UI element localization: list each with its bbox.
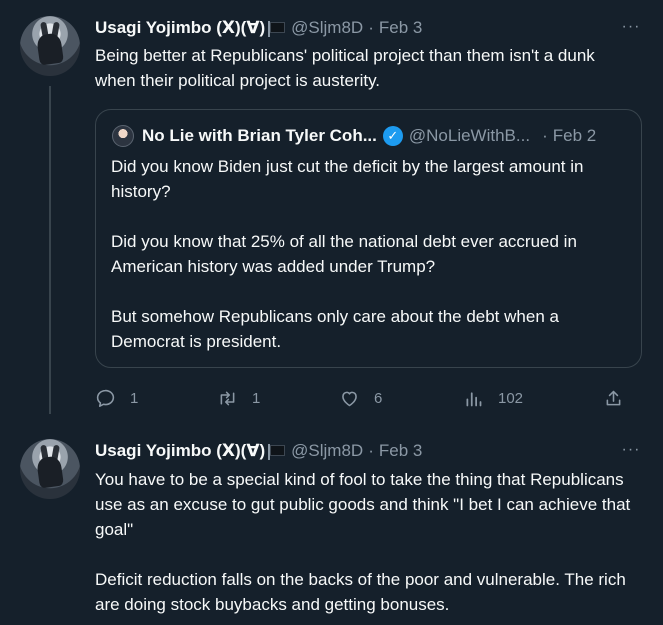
- quoted-tweet[interactable]: No Lie with Brian Tyler Coh... ✓ @NoLieW…: [95, 109, 642, 368]
- black-flag-icon: [267, 444, 286, 460]
- quote-date[interactable]: Feb 2: [553, 126, 596, 146]
- reply-count: 1: [130, 389, 139, 407]
- tweet-text: Being better at Republicans' political p…: [95, 46, 600, 90]
- tweet-header: Usagi Yojimbo (ꓫ)(∀) @Sljm8D · Feb 3: [95, 16, 422, 40]
- author-name[interactable]: Usagi Yojimbo (ꓫ)(∀): [95, 18, 265, 38]
- tweet[interactable]: Usagi Yojimbo (ꓫ)(∀) @Sljm8D · Feb 3 ···…: [0, 0, 663, 420]
- author-name[interactable]: Usagi Yojimbo (ꓫ)(∀): [95, 441, 265, 461]
- quote-author-handle[interactable]: @NoLieWithB...: [409, 126, 530, 146]
- tweet-date[interactable]: Feb 3: [379, 18, 422, 38]
- black-flag-icon: [267, 21, 286, 37]
- reply-button[interactable]: 1: [95, 383, 138, 413]
- share-button[interactable]: [603, 383, 624, 413]
- tweet-header: Usagi Yojimbo (ꓫ)(∀) @Sljm8D · Feb 3: [95, 439, 422, 463]
- views-count: 102: [498, 389, 524, 407]
- tweet-actions: 1 1 6 102: [95, 383, 635, 413]
- retweet-button[interactable]: 1: [217, 383, 260, 413]
- share-icon: [606, 390, 621, 405]
- reply-icon: [96, 389, 115, 407]
- separator-dot: ·: [368, 18, 374, 37]
- author-handle[interactable]: @Sljm8D: [291, 18, 363, 38]
- quote-avatar[interactable]: [112, 125, 134, 147]
- quote-header: No Lie with Brian Tyler Coh... ✓ @NoLieW…: [142, 124, 596, 148]
- separator-dot: ·: [368, 441, 374, 460]
- views-icon: [466, 391, 482, 406]
- tweet[interactable]: Usagi Yojimbo (ꓫ)(∀) @Sljm8D · Feb 3 ···…: [0, 420, 663, 625]
- retweet-icon: [220, 391, 235, 405]
- separator-dot: ·: [542, 126, 548, 145]
- avatar[interactable]: [20, 16, 80, 76]
- more-options-icon[interactable]: ···: [621, 442, 641, 463]
- heart-icon: [342, 391, 357, 406]
- quote-author-name[interactable]: No Lie with Brian Tyler Coh...: [142, 126, 377, 146]
- tweet-text: You have to be a special kind of fool to…: [95, 470, 631, 614]
- author-handle[interactable]: @Sljm8D: [291, 441, 363, 461]
- quote-text: Did you know Biden just cut the deficit …: [111, 157, 584, 351]
- views-button[interactable]: 102: [463, 383, 523, 413]
- verified-badge-icon: ✓: [382, 126, 403, 146]
- avatar[interactable]: [20, 439, 80, 499]
- retweet-count: 1: [252, 389, 261, 407]
- tweet-date[interactable]: Feb 3: [379, 441, 422, 461]
- like-button[interactable]: 6: [339, 383, 382, 413]
- like-count: 6: [374, 389, 383, 407]
- more-options-icon[interactable]: ···: [621, 19, 641, 40]
- thread-line: [49, 86, 51, 414]
